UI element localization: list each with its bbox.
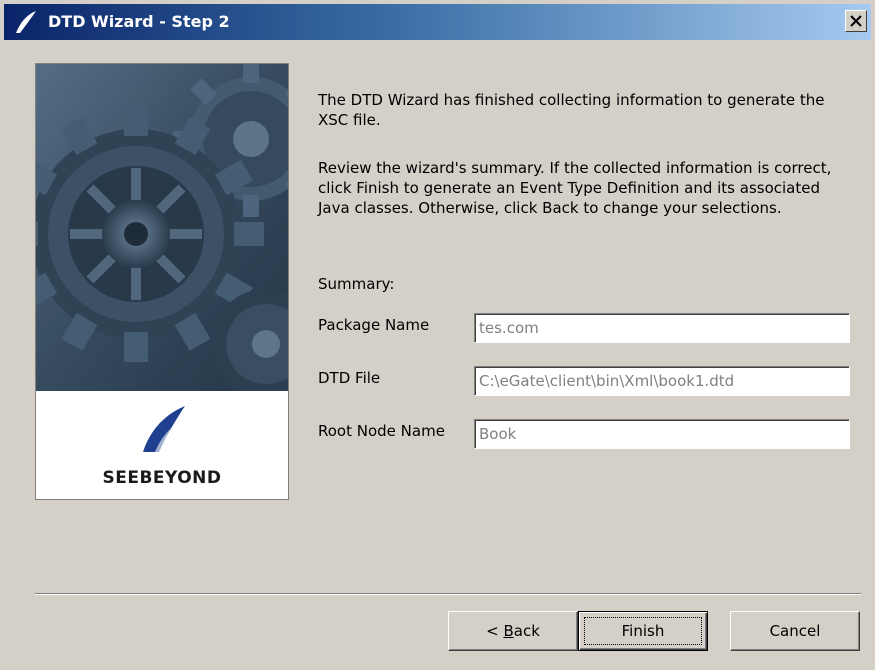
title-bar[interactable]: DTD Wizard - Step 2 [4, 4, 871, 40]
cancel-button[interactable]: Cancel [730, 611, 860, 651]
back-button-rest: ack [513, 622, 540, 640]
back-button-mnemonic: B [503, 622, 514, 640]
back-button-prefix: < [486, 622, 504, 640]
close-icon [850, 15, 862, 27]
instructions-text: Review the wizard's summary. If the coll… [318, 159, 832, 217]
brand-name: SEEBEYOND [102, 468, 222, 488]
package-name-label: Package Name [318, 316, 430, 334]
close-button[interactable] [845, 10, 867, 32]
package-name-field[interactable]: tes.com [474, 313, 850, 343]
button-separator [35, 593, 861, 595]
seebeyond-swoosh-icon [143, 406, 185, 452]
dtd-file-field[interactable]: C:\eGate\client\bin\Xml\book1.dtd [474, 366, 850, 396]
finish-button-label: Finish [621, 622, 665, 640]
root-node-name-label: Root Node Name [318, 422, 445, 440]
side-panel: SEEBEYOND [35, 63, 289, 500]
window-title: DTD Wizard - Step 2 [48, 12, 230, 31]
intro-text: The DTD Wizard has finished collecting i… [318, 91, 825, 129]
back-button[interactable]: < Back [448, 611, 578, 651]
root-node-name-field[interactable]: Book [474, 419, 850, 449]
wizard-window: DTD Wizard - Step 2 SEEBEYOND The DTD Wi… [0, 0, 875, 670]
summary-label: Summary: [318, 275, 395, 293]
seebeyond-logo-icon [16, 11, 36, 33]
dtd-file-label: DTD File [318, 369, 381, 387]
finish-button[interactable]: Finish [578, 611, 708, 651]
gears-illustration [36, 64, 288, 391]
